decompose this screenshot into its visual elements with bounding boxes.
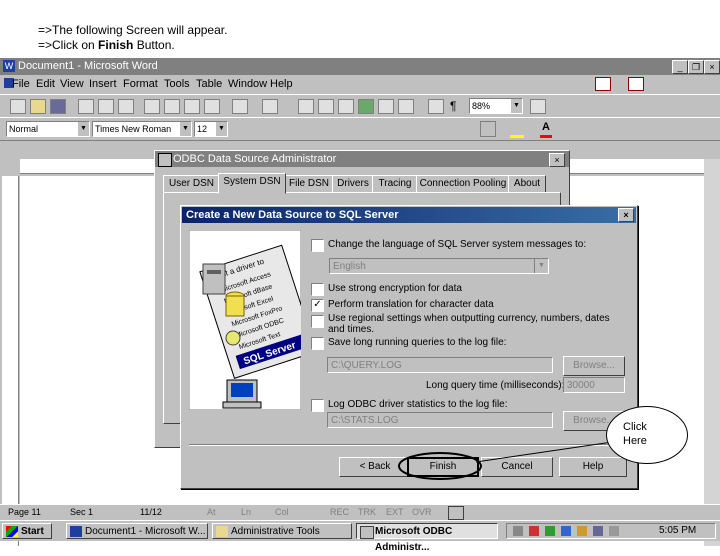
word-icon <box>70 526 82 537</box>
tray-icon-1[interactable] <box>513 526 523 536</box>
tray-icon-2[interactable] <box>529 526 539 536</box>
start-label: Start <box>21 526 44 537</box>
callout-pointer <box>475 439 627 463</box>
odbc-icon <box>360 526 374 539</box>
tray-icon-3[interactable] <box>545 526 555 536</box>
taskbar-item-odbc[interactable]: Microsoft ODBC Administr... <box>356 523 498 553</box>
taskbar-item-admin-tools-label: Administrative Tools <box>231 526 320 537</box>
taskbar-item-admin-tools[interactable]: Administrative Tools <box>212 523 352 539</box>
clock: 5:05 PM <box>659 525 697 536</box>
callout-text: Click Here <box>623 421 647 447</box>
finish-highlight-oval <box>398 452 482 480</box>
speaker-icon[interactable] <box>609 526 619 536</box>
taskbar: Start Document1 - Microsoft W... Adminis… <box>0 520 720 553</box>
tab-system-dsn[interactable]: System DSN <box>218 173 286 194</box>
start-button[interactable]: Start <box>2 523 52 539</box>
folder-icon <box>216 526 228 537</box>
tray-icon-5[interactable] <box>577 526 587 536</box>
taskbar-item-word[interactable]: Document1 - Microsoft W... <box>66 523 208 539</box>
tray-icon-4[interactable] <box>561 526 571 536</box>
annotation-overlay <box>398 439 627 480</box>
taskbar-item-word-label: Document1 - Microsoft W... <box>85 526 206 537</box>
system-tray: 5:05 PM <box>506 523 716 539</box>
click-here-callout: Click Here <box>606 406 688 464</box>
windows-logo-icon <box>6 526 18 537</box>
tray-icon-6[interactable] <box>593 526 603 536</box>
